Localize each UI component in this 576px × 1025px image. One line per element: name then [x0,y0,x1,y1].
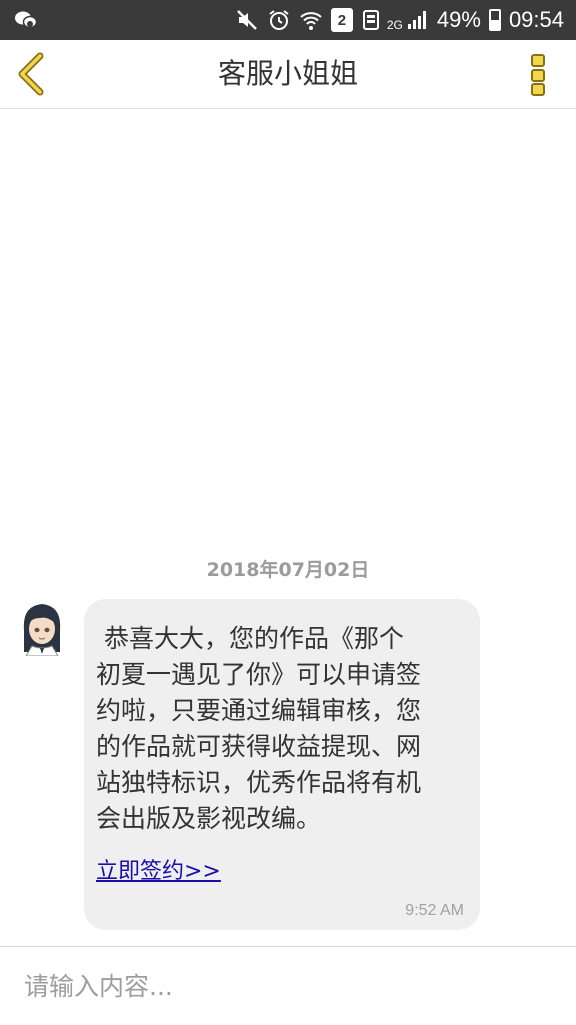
message-bubble: 恭喜大大，您的作品《那个 初夏一遇见了你》可以申请签 约啦，只要通过编辑审核，您… [84,599,480,930]
battery-icon [488,9,501,31]
sim-icon: 2 [330,8,353,32]
menu-dot-icon [531,83,545,96]
network-type: 2G [386,18,403,32]
chat-header: 客服小姐姐 [0,40,576,109]
page-title: 客服小姐姐 [217,57,358,90]
date-separator: 2018年07月02日 [206,559,370,581]
alarm-icon [267,8,291,32]
wifi-icon [299,8,323,32]
menu-dot-icon [531,68,545,82]
battery-percent: 49% [436,7,481,32]
status-bar: 2 2G 49% 09:54 [0,0,576,40]
message-input[interactable] [22,959,556,1013]
message-timestamp: 9:52 AM [405,902,464,919]
input-bar [0,946,576,1025]
mute-icon [235,8,259,32]
wechat-notification-icon [14,8,38,32]
signal-icon [405,8,429,32]
volte-icon [361,8,385,32]
menu-dot-icon [531,54,545,67]
clock: 09:54 [508,7,564,32]
sign-contract-link[interactable]: 立即签约>> [96,853,221,885]
message-text: 恭喜大大，您的作品《那个 初夏一遇见了你》可以申请签 约啦，只要通过编辑审核，您… [96,624,422,833]
more-menu-button[interactable] [528,54,548,96]
agent-avatar[interactable] [18,600,66,656]
